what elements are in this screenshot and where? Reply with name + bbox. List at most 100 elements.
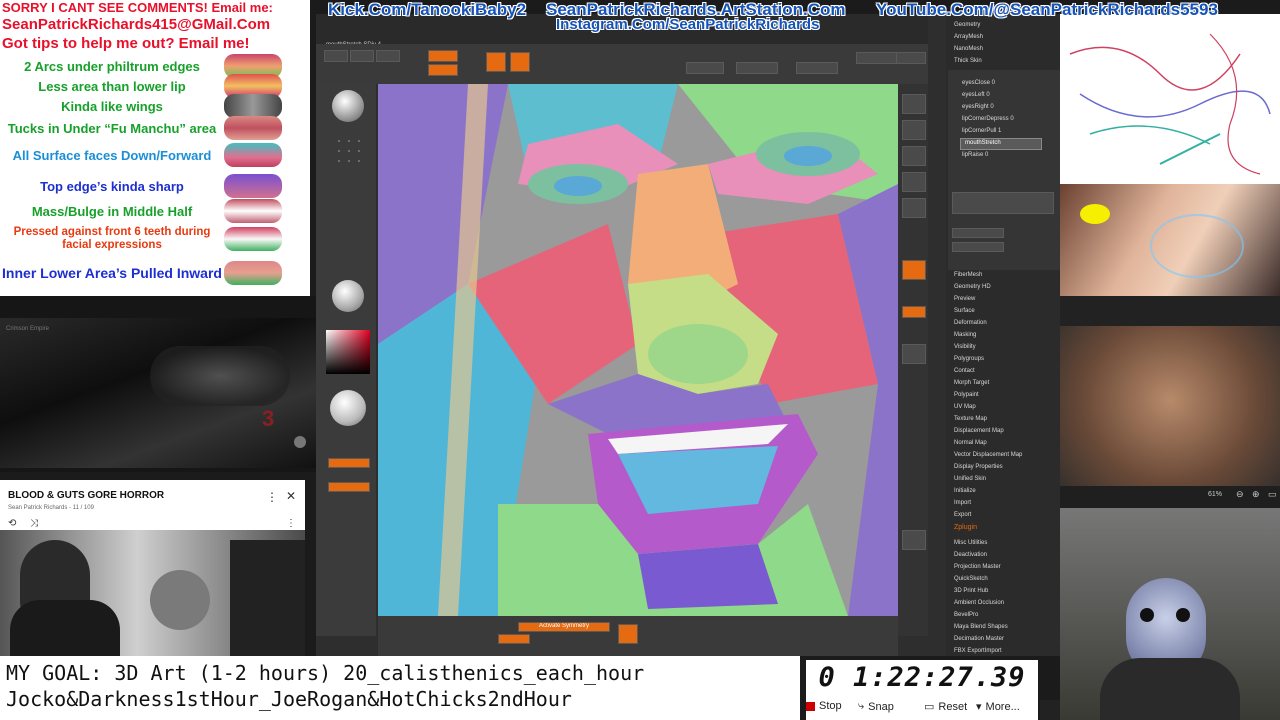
move-button[interactable] xyxy=(510,52,530,72)
lip-sketch-reference xyxy=(1060,14,1280,184)
transp-button[interactable] xyxy=(902,530,926,550)
layer-item[interactable]: eyesRight 0 xyxy=(962,104,994,110)
zadd-button[interactable] xyxy=(428,50,458,62)
stroke-icon[interactable] xyxy=(334,136,364,166)
zoom-out-icon[interactable]: ⊖ xyxy=(1236,489,1244,500)
layer-item[interactable]: lipCornerDepress 0 xyxy=(962,116,1014,122)
snap-button[interactable]: ⤷ Snap xyxy=(858,700,894,713)
layer-item[interactable]: eyesClose 0 xyxy=(962,80,995,86)
zoom-button[interactable] xyxy=(902,146,926,166)
toolbar-button[interactable] xyxy=(856,52,898,64)
aahalf-button[interactable] xyxy=(902,198,926,218)
plugin-item[interactable]: QuickSketch xyxy=(954,576,988,582)
menu-item[interactable]: FiberMesh xyxy=(954,272,982,278)
texture-icon[interactable] xyxy=(332,280,364,312)
painted-face-reference xyxy=(1060,184,1280,296)
actual-button[interactable] xyxy=(902,172,926,192)
host-shirt xyxy=(10,600,120,656)
webcam-feed xyxy=(1060,508,1280,720)
more-options-icon[interactable]: ⋮ xyxy=(266,490,278,504)
toolbar-button[interactable] xyxy=(350,50,374,62)
color-picker[interactable] xyxy=(326,330,370,374)
material-icon[interactable] xyxy=(330,390,366,426)
plugin-item[interactable]: FBX ExportImport xyxy=(954,648,1002,654)
lsym-button[interactable] xyxy=(902,306,926,318)
plugin-item[interactable]: Projection Master xyxy=(954,564,1001,570)
layer-item[interactable]: lipCornerPull 1 xyxy=(962,128,1001,134)
menu-item[interactable]: Deformation xyxy=(954,320,987,326)
bottom-button[interactable] xyxy=(498,634,530,644)
bpr-button[interactable] xyxy=(902,94,926,114)
scroll-button[interactable] xyxy=(902,120,926,140)
close-icon[interactable]: ✕ xyxy=(286,489,296,503)
menu-item[interactable]: Normal Map xyxy=(954,440,987,446)
menu-item[interactable]: Polygroups xyxy=(954,356,984,362)
plugin-item[interactable]: Deactivation xyxy=(954,552,987,558)
more-options-icon[interactable]: ⋮ xyxy=(286,518,296,529)
perspective-button[interactable] xyxy=(902,260,926,280)
menu-item[interactable]: Masking xyxy=(954,332,976,338)
menu-item[interactable]: Export xyxy=(954,512,971,518)
3d-viewport[interactable] xyxy=(378,84,898,616)
menu-item[interactable]: Texture Map xyxy=(954,416,987,422)
loop-icon[interactable]: ⟲ xyxy=(8,518,16,529)
reset-button[interactable]: ▭ Reset xyxy=(924,700,967,714)
layer-item-selected[interactable]: mouthStretch xyxy=(960,138,1042,150)
menu-item[interactable]: Polypaint xyxy=(954,392,979,398)
toolbar-button[interactable] xyxy=(686,62,724,74)
layer-controls[interactable] xyxy=(952,192,1054,214)
plugin-item[interactable]: Maya Blend Shapes xyxy=(954,624,1008,630)
menu-item[interactable]: Preview xyxy=(954,296,975,302)
menu-item[interactable]: Display Properties xyxy=(954,464,1003,470)
lip-note: Less area than lower lip xyxy=(38,78,186,94)
zadd-button[interactable] xyxy=(328,482,370,492)
menu-item[interactable]: Morph Target xyxy=(954,380,989,386)
menu-item[interactable]: Surface xyxy=(954,308,975,314)
more-button[interactable]: ▾ More... xyxy=(976,700,1020,714)
menu-item[interactable]: Import xyxy=(954,500,971,506)
layer-button[interactable] xyxy=(952,228,1004,238)
plugin-item[interactable]: Ambient Occlusion xyxy=(954,600,1004,606)
fit-icon[interactable]: ▭ xyxy=(1268,489,1277,500)
menu-item[interactable]: Initialize xyxy=(954,488,976,494)
menu-item[interactable]: ArrayMesh xyxy=(954,34,983,40)
menu-item[interactable]: UV Map xyxy=(954,404,976,410)
menu-item[interactable]: Vector Displacement Map xyxy=(954,452,1022,458)
menu-item[interactable]: Displacement Map xyxy=(954,428,1004,434)
toolbar-button[interactable] xyxy=(796,62,838,74)
rgb-button[interactable] xyxy=(428,64,458,76)
layer-button[interactable] xyxy=(952,242,1004,252)
activate-symmetry-button[interactable]: Activate Symmetry xyxy=(518,622,610,632)
brush-icon[interactable] xyxy=(332,90,364,122)
left-shelf xyxy=(316,84,376,636)
menu-item[interactable]: Contact xyxy=(954,368,975,374)
menu-item[interactable]: Unified Skin xyxy=(954,476,986,482)
toolbar-button[interactable] xyxy=(376,50,400,62)
draw-button[interactable] xyxy=(486,52,506,72)
toolbar-button[interactable] xyxy=(324,50,348,62)
video-player[interactable]: Crimson Empire 3 xyxy=(0,296,316,472)
plugin-item[interactable]: Decimation Master xyxy=(954,636,1004,642)
plugin-item[interactable]: Misc Utilities xyxy=(954,540,987,546)
toolbar-button[interactable] xyxy=(736,62,778,74)
shuffle-icon[interactable]: ⤨ xyxy=(30,518,38,529)
menu-item[interactable]: Geometry HD xyxy=(954,284,991,290)
menu-item[interactable]: NanoMesh xyxy=(954,46,983,52)
bottom-button[interactable] xyxy=(618,624,638,644)
zplugin-menu[interactable]: Zplugin xyxy=(954,524,977,531)
menu-item[interactable]: Visibility xyxy=(954,344,976,350)
layer-item[interactable]: eyesLeft 0 xyxy=(962,92,990,98)
plugin-item[interactable]: 3D Print Hub xyxy=(954,588,988,594)
zoom-in-icon[interactable]: ⊕ xyxy=(1252,489,1260,500)
lip-row: All Surface faces Down/Forward xyxy=(0,143,300,167)
move-view-button[interactable] xyxy=(902,344,926,364)
more-label: More... xyxy=(985,700,1020,713)
layer-item[interactable]: lipRaise 0 xyxy=(962,152,988,158)
menu-item[interactable]: Geometry xyxy=(954,22,980,28)
volume-icon[interactable] xyxy=(294,436,306,448)
stop-button[interactable]: Stop xyxy=(806,700,842,712)
mrgb-button[interactable] xyxy=(328,458,370,468)
plugin-item[interactable]: BevelPro xyxy=(954,612,978,618)
mirror-weld-button[interactable] xyxy=(896,52,926,64)
menu-item[interactable]: Thick Skin xyxy=(954,58,982,64)
